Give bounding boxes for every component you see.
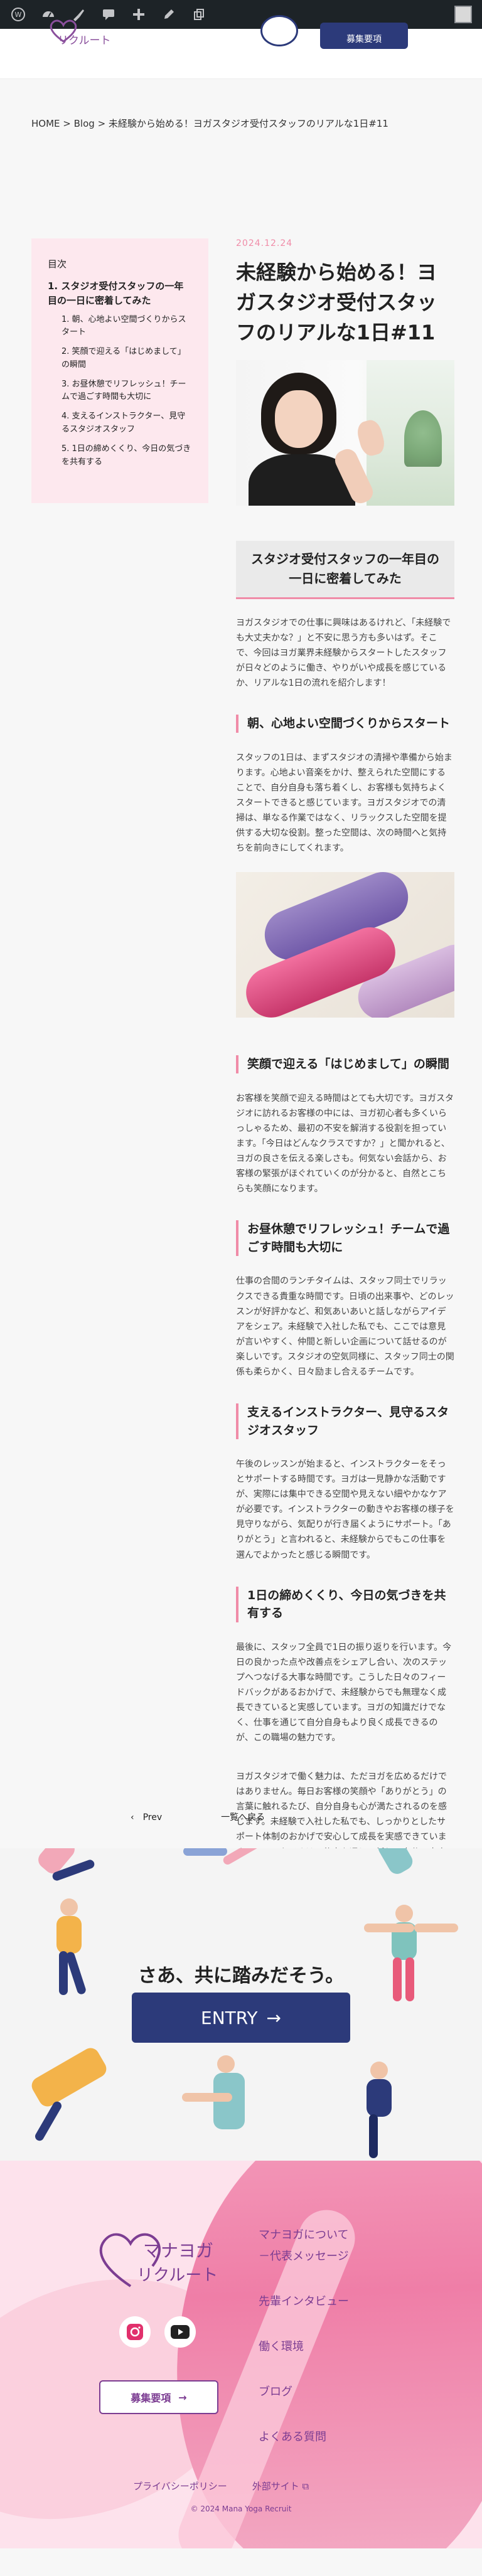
wordpress-icon[interactable]: W	[4, 0, 33, 29]
site-footer: マナヨガ リクルート 募集要項 → マナヨガについて －代表メッセージ 先輩イン…	[0, 2161, 482, 2548]
main-content: 目次 1. スタジオ受付スタッフの一年目の一日に密着してみた 1. 朝、心地よい…	[0, 192, 482, 1873]
entry-cta-section: さあ、共に踏みだそう。 ENTRY →	[0, 1848, 482, 2161]
breadcrumb: HOME > Blog > 未経験から始める！ヨガスタジオ受付スタッフのリアルな…	[31, 118, 388, 129]
subsection-text-5: 最後に、スタッフ全員で1日の振り返りを行います。今日の良かった点や改善点をシェア…	[236, 1642, 452, 1743]
entry-button-label: ENTRY	[201, 2007, 258, 2028]
prev-link[interactable]: ‹ Prev	[131, 1811, 162, 1823]
footer-bottom-links: プライバシーポリシー 外部サイト ⧉	[133, 2479, 309, 2493]
toc-heading: 目次	[48, 258, 67, 270]
external-site-link[interactable]: 外部サイト ⧉	[252, 2479, 309, 2493]
entry-button[interactable]: ENTRY →	[132, 1993, 350, 2043]
instagram-icon[interactable]	[119, 2316, 151, 2348]
back-to-list-link[interactable]: 一覧へ戻る	[221, 1811, 265, 1823]
table-of-contents: 目次 1. スタジオ受付スタッフの一年目の一日に密着してみた 1. 朝、心地よい…	[31, 238, 208, 503]
social-links	[119, 2316, 196, 2348]
footer-logo-line2: リクルート	[137, 2266, 218, 2285]
privacy-policy-link[interactable]: プライバシーポリシー	[133, 2479, 227, 2493]
youtube-icon[interactable]	[164, 2316, 196, 2348]
subsection-heading-1: 朝、心地よい空間づくりからスタート	[236, 715, 454, 733]
footer-nav-blog[interactable]: ブログ	[259, 2383, 349, 2428]
arrow-right-icon: →	[178, 2391, 187, 2403]
footer-recruit-label: 募集要項	[131, 2392, 171, 2404]
hero-photo-receptionist	[236, 360, 454, 506]
header-recruit-button[interactable]: 募集要項	[320, 23, 408, 49]
site-header: リクルート 募集要項	[0, 15, 482, 79]
toc-subitem[interactable]: 5. 1日の締めくくり、今日の気づきを共有する	[48, 443, 192, 469]
subsection-heading-3: お昼休憩でリフレッシュ！チームで過ごす時間も大切に	[236, 1220, 454, 1257]
section-heading: スタジオ受付スタッフの一年目の一日に密着してみた	[236, 541, 454, 599]
subsection-text-4: 午後のレッスンが始まると、インストラクターをそっとサポートする時間です。ヨガは一…	[236, 1459, 454, 1560]
footer-nav-faq[interactable]: よくある質問	[259, 2428, 349, 2473]
header-logo-text: リクルート	[58, 35, 111, 47]
copyright: © 2024 Mana Yoga Recruit	[190, 2504, 292, 2513]
subsection-text-1: スタッフの1日は、まずスタジオの清掃や準備から始まります。心地よい音楽をかけ、整…	[236, 752, 453, 854]
comments-icon[interactable]	[94, 0, 123, 29]
subsection-heading-4: 支えるインストラクター、見守るスタジオスタッフ	[236, 1403, 454, 1440]
intro-paragraph: ヨガスタジオでの仕事に興味はあるけれど、「未経験でも大丈夫かな？」と不安に思う方…	[236, 618, 451, 689]
toc-subitem[interactable]: 1. 朝、心地よい空間づくりからスタート	[48, 314, 192, 340]
new-content-icon[interactable]	[124, 0, 153, 29]
subsection-heading-5: 1日の締めくくり、今日の気づきを共有する	[236, 1586, 454, 1622]
footer-logo-line1: マナヨガ	[143, 2240, 214, 2261]
toc-subitem[interactable]: 3. お昼休憩でリフレッシュ！チームで過ごす時間も大切に	[48, 378, 192, 405]
header-logo[interactable]: リクルート	[50, 19, 139, 47]
footer-logo[interactable]: マナヨガ リクルート	[93, 2223, 231, 2305]
post-date: 2024.12.24	[236, 238, 293, 248]
breadcrumb-home[interactable]: HOME	[31, 118, 60, 129]
user-avatar[interactable]	[454, 6, 472, 23]
blog-article: 2024.12.24 未経験から始める！ヨガスタジオ受付スタッフのリアルな1日#…	[236, 238, 454, 1899]
external-link-icon: ⧉	[302, 2481, 309, 2492]
edit-pencil-icon[interactable]	[154, 0, 183, 29]
svg-text:W: W	[15, 11, 22, 19]
subsection-text-3: 仕事の合間のランチタイムは、スタッフ同士でリラックスできる貴重な時間です。日頃の…	[236, 1276, 454, 1377]
toc-subitem[interactable]: 4. 支えるインストラクター、見守るスタジオスタッフ	[48, 410, 192, 437]
post-pagination: ‹ Prev 一覧へ戻る	[131, 1811, 382, 1823]
toc-subitem[interactable]: 2. 笑顔で迎える「はじめまして」の瞬間	[48, 346, 192, 372]
footer-nav-environment[interactable]: 働く環境	[259, 2338, 349, 2383]
cta-title: さあ、共に踏みだそう。	[137, 1965, 345, 1987]
footer-nav-message[interactable]: －代表メッセージ	[259, 2247, 349, 2292]
menu-circle-button[interactable]	[260, 15, 298, 46]
subsection-text-2: お客様を笑顔で迎える時間はとても大切です。ヨガスタジオに訪れるお客様の中には、ヨ…	[236, 1093, 454, 1195]
breadcrumb-blog[interactable]: Blog	[74, 118, 95, 129]
breadcrumb-current: 未経験から始める！ヨガスタジオ受付スタッフのリアルな1日#11	[108, 118, 388, 129]
footer-recruit-button[interactable]: 募集要項 →	[99, 2380, 218, 2414]
arrow-right-icon: →	[266, 2007, 281, 2028]
toc-item-1[interactable]: 1. スタジオ受付スタッフの一年目の一日に密着してみた	[48, 279, 192, 309]
yoga-mats-photo	[236, 872, 454, 1018]
footer-nav: マナヨガについて －代表メッセージ 先輩インタビュー 働く環境 ブログ よくある…	[259, 2226, 349, 2473]
post-title: 未経験から始める！ヨガスタジオ受付スタッフのリアルな1日#11	[236, 260, 437, 344]
subsection-heading-2: 笑顔で迎える「はじめまして」の瞬間	[236, 1055, 454, 1073]
footer-nav-interview[interactable]: 先輩インタビュー	[259, 2292, 349, 2338]
duplicate-icon[interactable]	[185, 0, 213, 29]
